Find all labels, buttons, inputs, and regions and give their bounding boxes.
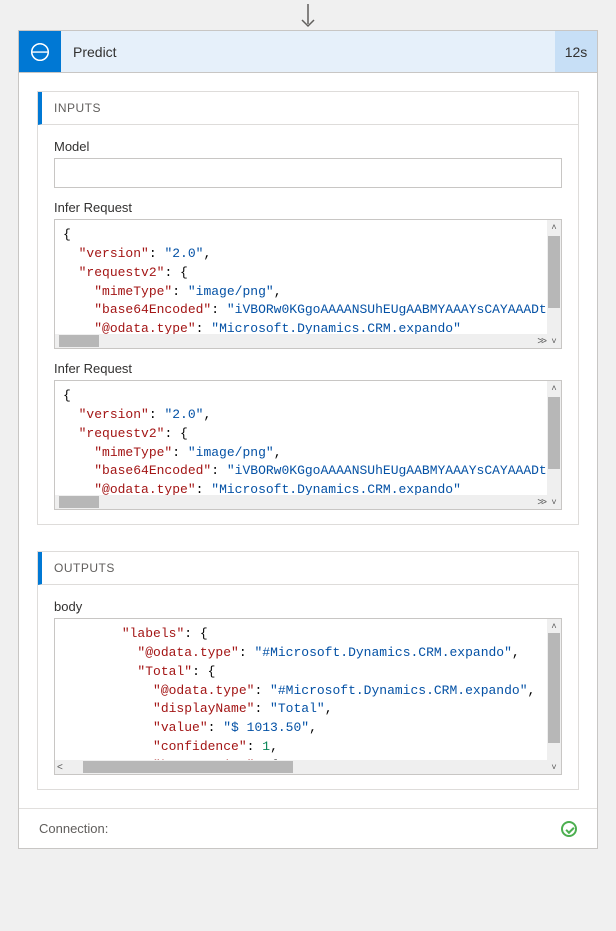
scrollbar-horizontal[interactable]: < [55, 760, 547, 774]
infer-request-label-1: Infer Request [54, 200, 562, 215]
scrollbar-vertical[interactable]: ˄˅ [547, 619, 561, 774]
outputs-header: OUTPUTS [38, 552, 578, 585]
connection-label: Connection: [39, 821, 108, 836]
scrollbar-vertical[interactable]: ˄˅ [547, 220, 561, 348]
predict-card: Predict 12s INPUTS Model Infer Request {… [18, 30, 598, 849]
model-field: Model [54, 139, 562, 188]
card-header[interactable]: Predict 12s [19, 31, 597, 73]
arrow-down-icon [298, 4, 318, 30]
inputs-header: INPUTS [38, 92, 578, 125]
card-title: Predict [61, 31, 555, 72]
scrollbar-horizontal[interactable]: >> [55, 495, 547, 509]
model-label: Model [54, 139, 562, 154]
outputs-section: OUTPUTS body "labels": { "@odata.type": … [37, 551, 579, 790]
body-label: body [54, 599, 562, 614]
connection-row: Connection: [19, 808, 597, 848]
scrollbar-horizontal[interactable]: >> [55, 334, 547, 348]
checkmark-icon [561, 821, 577, 837]
scrollbar-vertical[interactable]: ˄˅ [547, 381, 561, 509]
inputs-section: INPUTS Model Infer Request { "version": … [37, 91, 579, 525]
flow-connector [0, 0, 616, 30]
infer-request-label-2: Infer Request [54, 361, 562, 376]
model-input[interactable] [54, 158, 562, 188]
card-duration: 12s [555, 31, 597, 72]
body-code[interactable]: "labels": { "@odata.type": "#Microsoft.D… [54, 618, 562, 775]
infer-request-code-2[interactable]: { "version": "2.0", "requestv2": { "mime… [54, 380, 562, 510]
infer-request-code-1[interactable]: { "version": "2.0", "requestv2": { "mime… [54, 219, 562, 349]
ai-icon [19, 31, 61, 72]
